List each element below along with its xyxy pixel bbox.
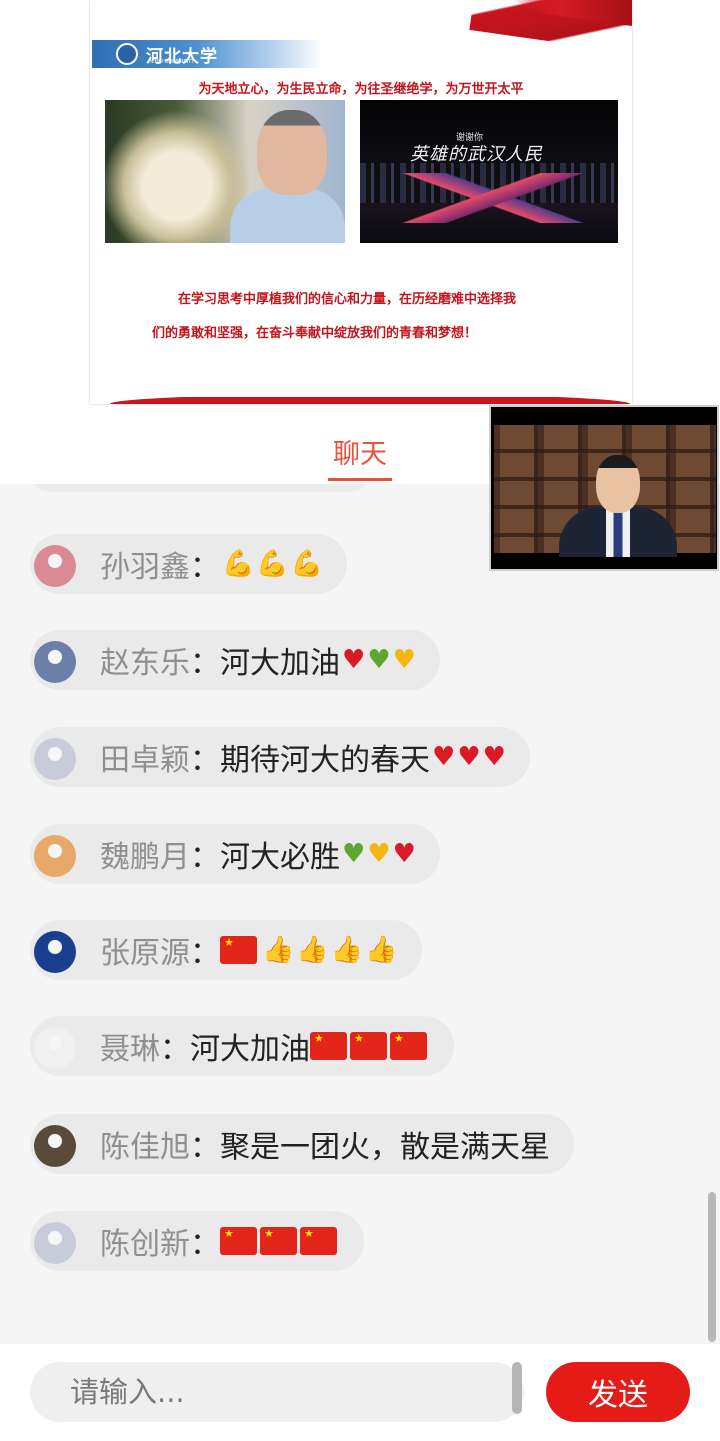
message-sender: 田卓颖 <box>100 743 190 778</box>
chat-input[interactable] <box>30 1362 524 1422</box>
thumb-icon: 👍 <box>262 935 295 965</box>
avatar[interactable] <box>34 1222 76 1264</box>
heart-yellow-icon: ♥ <box>367 839 391 869</box>
heart-red-icon: ♥ <box>432 742 456 772</box>
heart-yellow-icon: ♥ <box>392 645 416 675</box>
message-text: 河大加油 <box>220 646 340 681</box>
message-separator: ： <box>190 743 220 778</box>
tab-chat[interactable]: 聊天 <box>300 432 420 471</box>
message-separator: ： <box>190 840 220 875</box>
message-text: 聚是一团火，散是满天星 <box>220 1130 550 1165</box>
chat-input-bar: 发送 <box>0 1344 720 1441</box>
speaker-head <box>596 455 640 513</box>
message-sender: 赵东乐 <box>100 646 190 681</box>
heart-green-icon: ♥ <box>342 839 366 869</box>
chat-message: 孙羽鑫： 💪 💪 💪 <box>30 534 348 594</box>
heart-red-icon: ♥ <box>392 839 416 869</box>
avatar[interactable] <box>34 545 76 587</box>
speaker-suit <box>559 507 677 557</box>
china-flag-icon <box>220 1227 257 1255</box>
chat-message-list[interactable]: 孙羽鑫： 💪 💪 💪 赵东乐：河大加油 ♥ ♥ ♥ 田卓颖：期待河大的春天 ♥ ♥ ♥ 魏鹏月：河大必胜… <box>0 484 720 1344</box>
message-text: 河大必胜 <box>220 840 340 875</box>
muscle-icon: 💪 <box>290 549 324 579</box>
chat-message-partial <box>30 484 370 492</box>
chat-message: 陈佳旭：聚是一团火，散是满天星 <box>30 1114 574 1174</box>
avatar[interactable] <box>34 641 76 683</box>
bridge-lights <box>360 173 618 223</box>
message-sender: 陈佳旭 <box>100 1130 190 1165</box>
china-flag-icon <box>390 1032 427 1060</box>
message-sender: 陈创新 <box>100 1227 190 1262</box>
slide-motto: 为天地立心，为生民立命，为往圣继绝学，为万世开太平 <box>198 82 524 97</box>
slide-photo-portrait <box>105 100 345 243</box>
message-separator: ： <box>190 1227 220 1262</box>
university-logo-bar: 河北大学 HEBEI UNIVERSITY <box>92 40 322 68</box>
message-separator: ： <box>190 550 220 585</box>
presentation-slide: 河北大学 HEBEI UNIVERSITY 为天地立心，为生民立命，为往圣继绝学… <box>90 0 632 404</box>
message-sender: 魏鹏月 <box>100 840 190 875</box>
message-separator: ： <box>190 646 220 681</box>
input-scrollbar <box>512 1362 522 1414</box>
university-seal-icon <box>116 43 138 65</box>
message-sender: 孙羽鑫 <box>100 550 190 585</box>
send-button[interactable]: 发送 <box>546 1362 690 1422</box>
avatar[interactable] <box>34 835 76 877</box>
china-flag-icon <box>260 1227 297 1255</box>
avatar[interactable] <box>34 1125 76 1167</box>
thumb-icon: 👍 <box>330 935 364 965</box>
china-flag-icon <box>350 1032 387 1060</box>
chat-message: 赵东乐：河大加油 ♥ ♥ ♥ <box>30 630 440 690</box>
message-text: 期待河大的春天 <box>220 743 430 778</box>
china-flag-icon <box>310 1032 347 1060</box>
wuhan-image-caption: 英雄的武汉人民 <box>410 144 543 165</box>
chat-scrollbar[interactable] <box>708 1192 716 1342</box>
slide-bottom-border <box>110 394 630 404</box>
chat-message: 张原源：👍👍👍👍 <box>30 920 422 980</box>
china-flag-icon <box>220 936 257 964</box>
slide-photo-wuhan: 谢谢你 英雄的武汉人民 <box>360 100 618 243</box>
chat-message: 田卓颖：期待河大的春天 ♥ ♥ ♥ <box>30 727 530 787</box>
slide-text-line-2: 们的勇敢和坚强，在奋斗奉献中绽放我们的青春和梦想！ <box>152 326 478 341</box>
message-sender: 张原源 <box>100 936 190 971</box>
heart-red-icon: ♥ <box>457 742 481 772</box>
university-logo-subtitle: HEBEI UNIVERSITY <box>148 59 195 65</box>
portrait-face <box>257 110 327 195</box>
heart-red-icon: ♥ <box>342 645 366 675</box>
speaker-video[interactable] <box>489 405 719 571</box>
message-separator: ： <box>190 936 220 971</box>
avatar[interactable] <box>34 931 76 973</box>
thumb-icon: 👍 <box>296 935 329 965</box>
portrait-shirt <box>230 188 345 243</box>
presentation-area: 河北大学 HEBEI UNIVERSITY 为天地立心，为生民立命，为往圣继绝学… <box>0 0 720 420</box>
heart-green-icon: ♥ <box>367 645 391 675</box>
muscle-icon: 💪 <box>222 549 255 579</box>
muscle-icon: 💪 <box>256 549 289 579</box>
message-text: 河大加油 <box>190 1032 310 1067</box>
message-separator: ： <box>190 1130 220 1165</box>
slide-text-line-1: 在学习思考中厚植我们的信心和力量，在历经磨难中选择我 <box>178 292 517 307</box>
chat-message: 陈创新： <box>30 1211 364 1271</box>
avatar[interactable] <box>34 1027 76 1069</box>
chat-message: 聂琳：河大加油 <box>30 1016 454 1076</box>
china-flag-icon <box>300 1227 337 1255</box>
heart-red-icon: ♥ <box>482 742 506 772</box>
avatar[interactable] <box>34 738 76 780</box>
thumb-icon: 👍 <box>365 935 398 965</box>
message-sender: 聂琳 <box>100 1032 160 1067</box>
chat-message: 魏鹏月：河大必胜 ♥ ♥ ♥ <box>30 824 440 884</box>
message-separator: ： <box>160 1032 190 1067</box>
tab-chat-underline <box>328 478 392 481</box>
